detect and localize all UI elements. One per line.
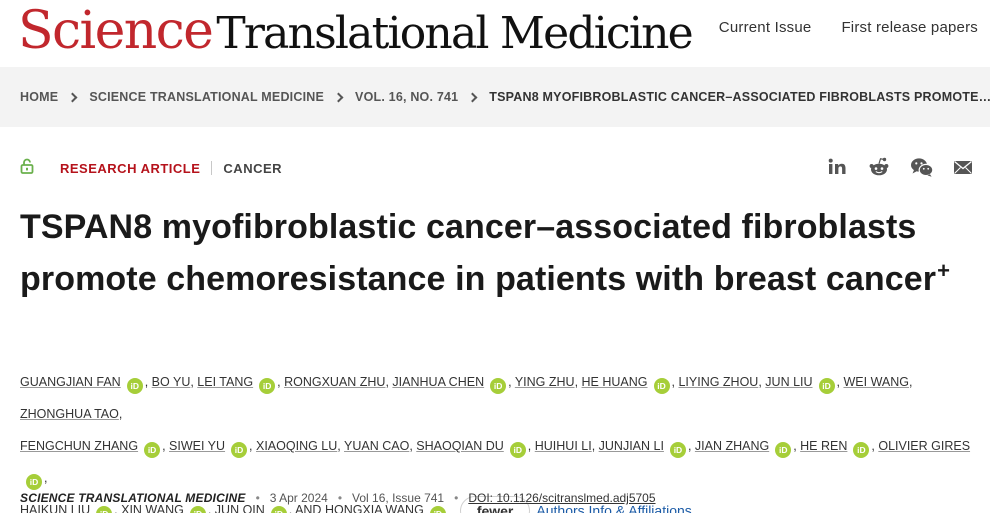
orcid-icon[interactable]: iD [26,474,42,490]
author-link[interactable]: He Huang [582,375,648,389]
orcid-icon[interactable]: iD [189,506,206,513]
author-link[interactable]: Rongxuan Zhu [284,375,385,389]
linkedin-icon[interactable] [826,156,848,178]
orcid-icon[interactable]: iD [669,442,686,458]
chevron-right-icon [467,92,478,102]
publication-info: SCIENCE TRANSLATIONAL MEDICINE • 3 Apr 2… [20,491,656,505]
author-link[interactable]: Guangjian Fan [20,375,121,389]
share-bar [826,156,974,178]
orcid-icon[interactable]: iD [775,442,792,458]
logo-science: Science [18,1,214,61]
breadcrumb-current: TSPAN8 MYOFIBROBLASTIC CANCER–ASSOCIATED… [489,90,990,104]
reddit-icon[interactable] [868,156,890,178]
author-link[interactable]: Olivier Gires [878,439,970,453]
breadcrumb-home[interactable]: HOME [20,90,58,104]
author-link[interactable]: Lei Tang [197,375,253,389]
author-link[interactable]: Huihui Li [535,439,592,453]
author-link[interactable]: Fengchun Zhang [20,439,138,453]
author-link[interactable]: Shaoqian Du [416,439,504,453]
author-link[interactable]: Siwei Yu [169,439,225,453]
orcid-icon[interactable]: iD [429,506,446,513]
nav-current-issue[interactable]: Current Issue [719,19,812,36]
publication-date: 3 Apr 2024 [269,491,328,505]
journal-logo[interactable]: ScienceTranslational Medicine [18,1,694,61]
author-link[interactable]: Jian Zhang [695,439,769,453]
orcid-icon[interactable]: iD [126,378,143,394]
email-icon[interactable] [952,156,974,178]
orcid-icon[interactable]: iD [231,442,248,458]
author-link[interactable]: Ying Zhu [515,375,575,389]
orcid-icon[interactable]: iD [259,378,276,394]
bullet-separator: • [337,491,343,505]
bullet-separator: • [454,491,459,505]
article-title-text: TSPAN8 myofibroblastic cancer–associated… [20,208,937,298]
author-link[interactable]: Liying Zhou [678,375,758,389]
volume-issue: Vol 16, Issue 741 [352,491,445,505]
doi-link[interactable]: DOI: 10.1126/scitranslmed.adj5705 [468,491,655,505]
article-type-label[interactable]: RESEARCH ARTICLE [60,161,200,176]
top-nav: Current Issue First release papers [719,19,978,36]
masthead: ScienceTranslational Medicine Current Is… [0,0,990,67]
orcid-icon[interactable]: iD [490,378,507,394]
title-footnote-mark[interactable]: + [937,258,950,283]
orcid-icon[interactable]: iD [653,378,670,394]
divider [211,161,213,175]
article-meta: RESEARCH ARTICLE CANCER [20,158,282,178]
wechat-icon[interactable] [910,156,934,178]
author-link[interactable]: Bo Yu [152,375,191,389]
logo-translational-medicine: Translational Medicine [216,8,693,59]
journal-name: SCIENCE TRANSLATIONAL MEDICINE [20,491,246,505]
chevron-right-icon [67,92,78,102]
author-link[interactable]: He Ren [800,439,847,453]
author-link[interactable]: Yuan Cao [344,439,409,453]
orcid-icon[interactable]: iD [96,506,113,513]
article-title: TSPAN8 myofibroblastic cancer–associated… [20,205,985,301]
breadcrumb-issue[interactable]: VOL. 16, NO. 741 [355,90,458,104]
nav-first-release-papers[interactable]: First release papers [841,19,978,36]
author-link[interactable]: Junjian Li [599,439,664,453]
subject-label[interactable]: CANCER [223,161,282,176]
unlock-icon [20,158,40,178]
breadcrumb-journal[interactable]: SCIENCE TRANSLATIONAL MEDICINE [89,90,324,104]
author-link[interactable]: Jianhua Chen [392,375,484,389]
bullet-separator: • [255,491,260,505]
author-link[interactable]: Wei Wang [843,375,909,389]
breadcrumb-bar: HOME SCIENCE TRANSLATIONAL MEDICINE VOL.… [0,67,990,127]
chevron-right-icon [333,92,344,102]
orcid-icon[interactable]: iD [270,506,287,513]
orcid-icon[interactable]: iD [509,442,526,458]
author-link[interactable]: Jun Liu [765,375,812,389]
author-link[interactable]: Xiaoqing Lu [256,439,337,453]
author-link[interactable]: Zhonghua Tao [20,407,119,421]
orcid-icon[interactable]: iD [818,378,835,394]
breadcrumb: HOME SCIENCE TRANSLATIONAL MEDICINE VOL.… [20,90,990,104]
orcid-icon[interactable]: iD [144,442,161,458]
orcid-icon[interactable]: iD [853,442,870,458]
